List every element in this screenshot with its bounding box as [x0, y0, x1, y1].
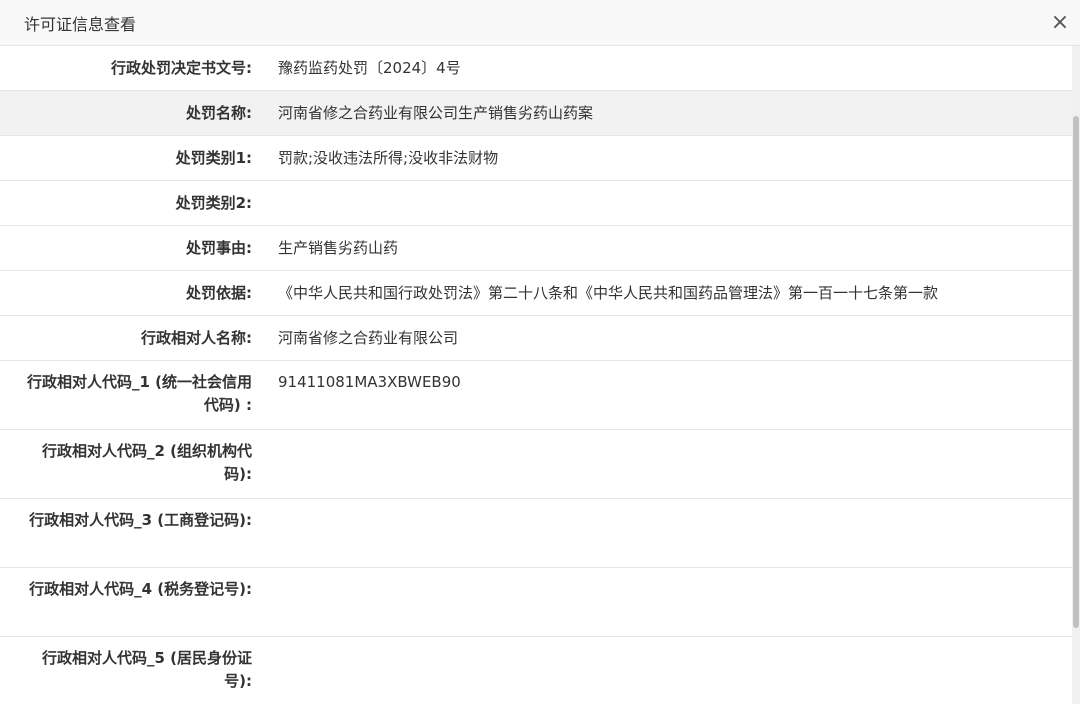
field-row-penalty-name: 处罚名称: 河南省修之合药业有限公司生产销售劣药山药案: [0, 90, 1072, 136]
field-value: [262, 429, 1072, 499]
field-label: 行政相对人代码_4 (税务登记号):: [0, 567, 262, 637]
field-row-penalty-basis: 处罚依据: 《中华人民共和国行政处罚法》第二十八条和《中华人民共和国药品管理法》…: [0, 270, 1072, 316]
field-row-counterpart-code-1: 行政相对人代码_1 (统一社会信用代码) : 91411081MA3XBWEB9…: [0, 360, 1072, 430]
field-label: 行政相对人名称:: [0, 315, 262, 361]
field-value: 罚款;没收违法所得;没收非法财物: [262, 135, 1072, 181]
field-label: 行政处罚决定书文号:: [0, 46, 262, 91]
field-row-penalty-type-1: 处罚类别1: 罚款;没收违法所得;没收非法财物: [0, 135, 1072, 181]
field-value: 《中华人民共和国行政处罚法》第二十八条和《中华人民共和国药品管理法》第一百一十七…: [262, 270, 1072, 316]
field-row-counterpart-code-4: 行政相对人代码_4 (税务登记号):: [0, 567, 1072, 637]
field-value: 91411081MA3XBWEB90: [262, 360, 1072, 430]
field-label: 处罚名称:: [0, 90, 262, 136]
field-label: 处罚依据:: [0, 270, 262, 316]
field-value: 河南省修之合药业有限公司: [262, 315, 1072, 361]
field-label: 行政相对人代码_3 (工商登记码):: [0, 498, 262, 568]
field-label: 行政相对人代码_1 (统一社会信用代码) :: [0, 360, 262, 430]
dialog-content[interactable]: 行政处罚决定书文号: 豫药监药处罚〔2024〕4号 处罚名称: 河南省修之合药业…: [0, 46, 1072, 704]
scrollbar-thumb[interactable]: [1073, 116, 1079, 628]
field-row-counterpart-code-3: 行政相对人代码_3 (工商登记码):: [0, 498, 1072, 568]
field-label: 行政相对人代码_5 (居民身份证号):: [0, 636, 262, 704]
dialog-title: 许可证信息查看: [24, 15, 137, 34]
field-label: 处罚类别2:: [0, 180, 262, 226]
field-value: [262, 180, 1072, 226]
field-value: [262, 636, 1072, 704]
detail-table: 行政处罚决定书文号: 豫药监药处罚〔2024〕4号 处罚名称: 河南省修之合药业…: [0, 46, 1072, 704]
field-value: 豫药监药处罚〔2024〕4号: [262, 46, 1072, 91]
field-label: 处罚事由:: [0, 225, 262, 271]
dialog-header: 许可证信息查看 ×: [0, 0, 1080, 46]
close-icon[interactable]: ×: [1048, 10, 1072, 36]
field-row-penalty-reason: 处罚事由: 生产销售劣药山药: [0, 225, 1072, 271]
field-value: [262, 567, 1072, 637]
field-row-decision-number: 行政处罚决定书文号: 豫药监药处罚〔2024〕4号: [0, 46, 1072, 91]
field-value: 生产销售劣药山药: [262, 225, 1072, 271]
field-value: 河南省修之合药业有限公司生产销售劣药山药案: [262, 90, 1072, 136]
field-row-counterpart-code-5: 行政相对人代码_5 (居民身份证号):: [0, 636, 1072, 704]
field-row-counterpart-code-2: 行政相对人代码_2 (组织机构代码):: [0, 429, 1072, 499]
field-row-penalty-type-2: 处罚类别2:: [0, 180, 1072, 226]
field-label: 处罚类别1:: [0, 135, 262, 181]
field-row-counterpart-name: 行政相对人名称: 河南省修之合药业有限公司: [0, 315, 1072, 361]
vertical-scrollbar[interactable]: [1072, 46, 1080, 704]
field-label: 行政相对人代码_2 (组织机构代码):: [0, 429, 262, 499]
field-value: [262, 498, 1072, 568]
